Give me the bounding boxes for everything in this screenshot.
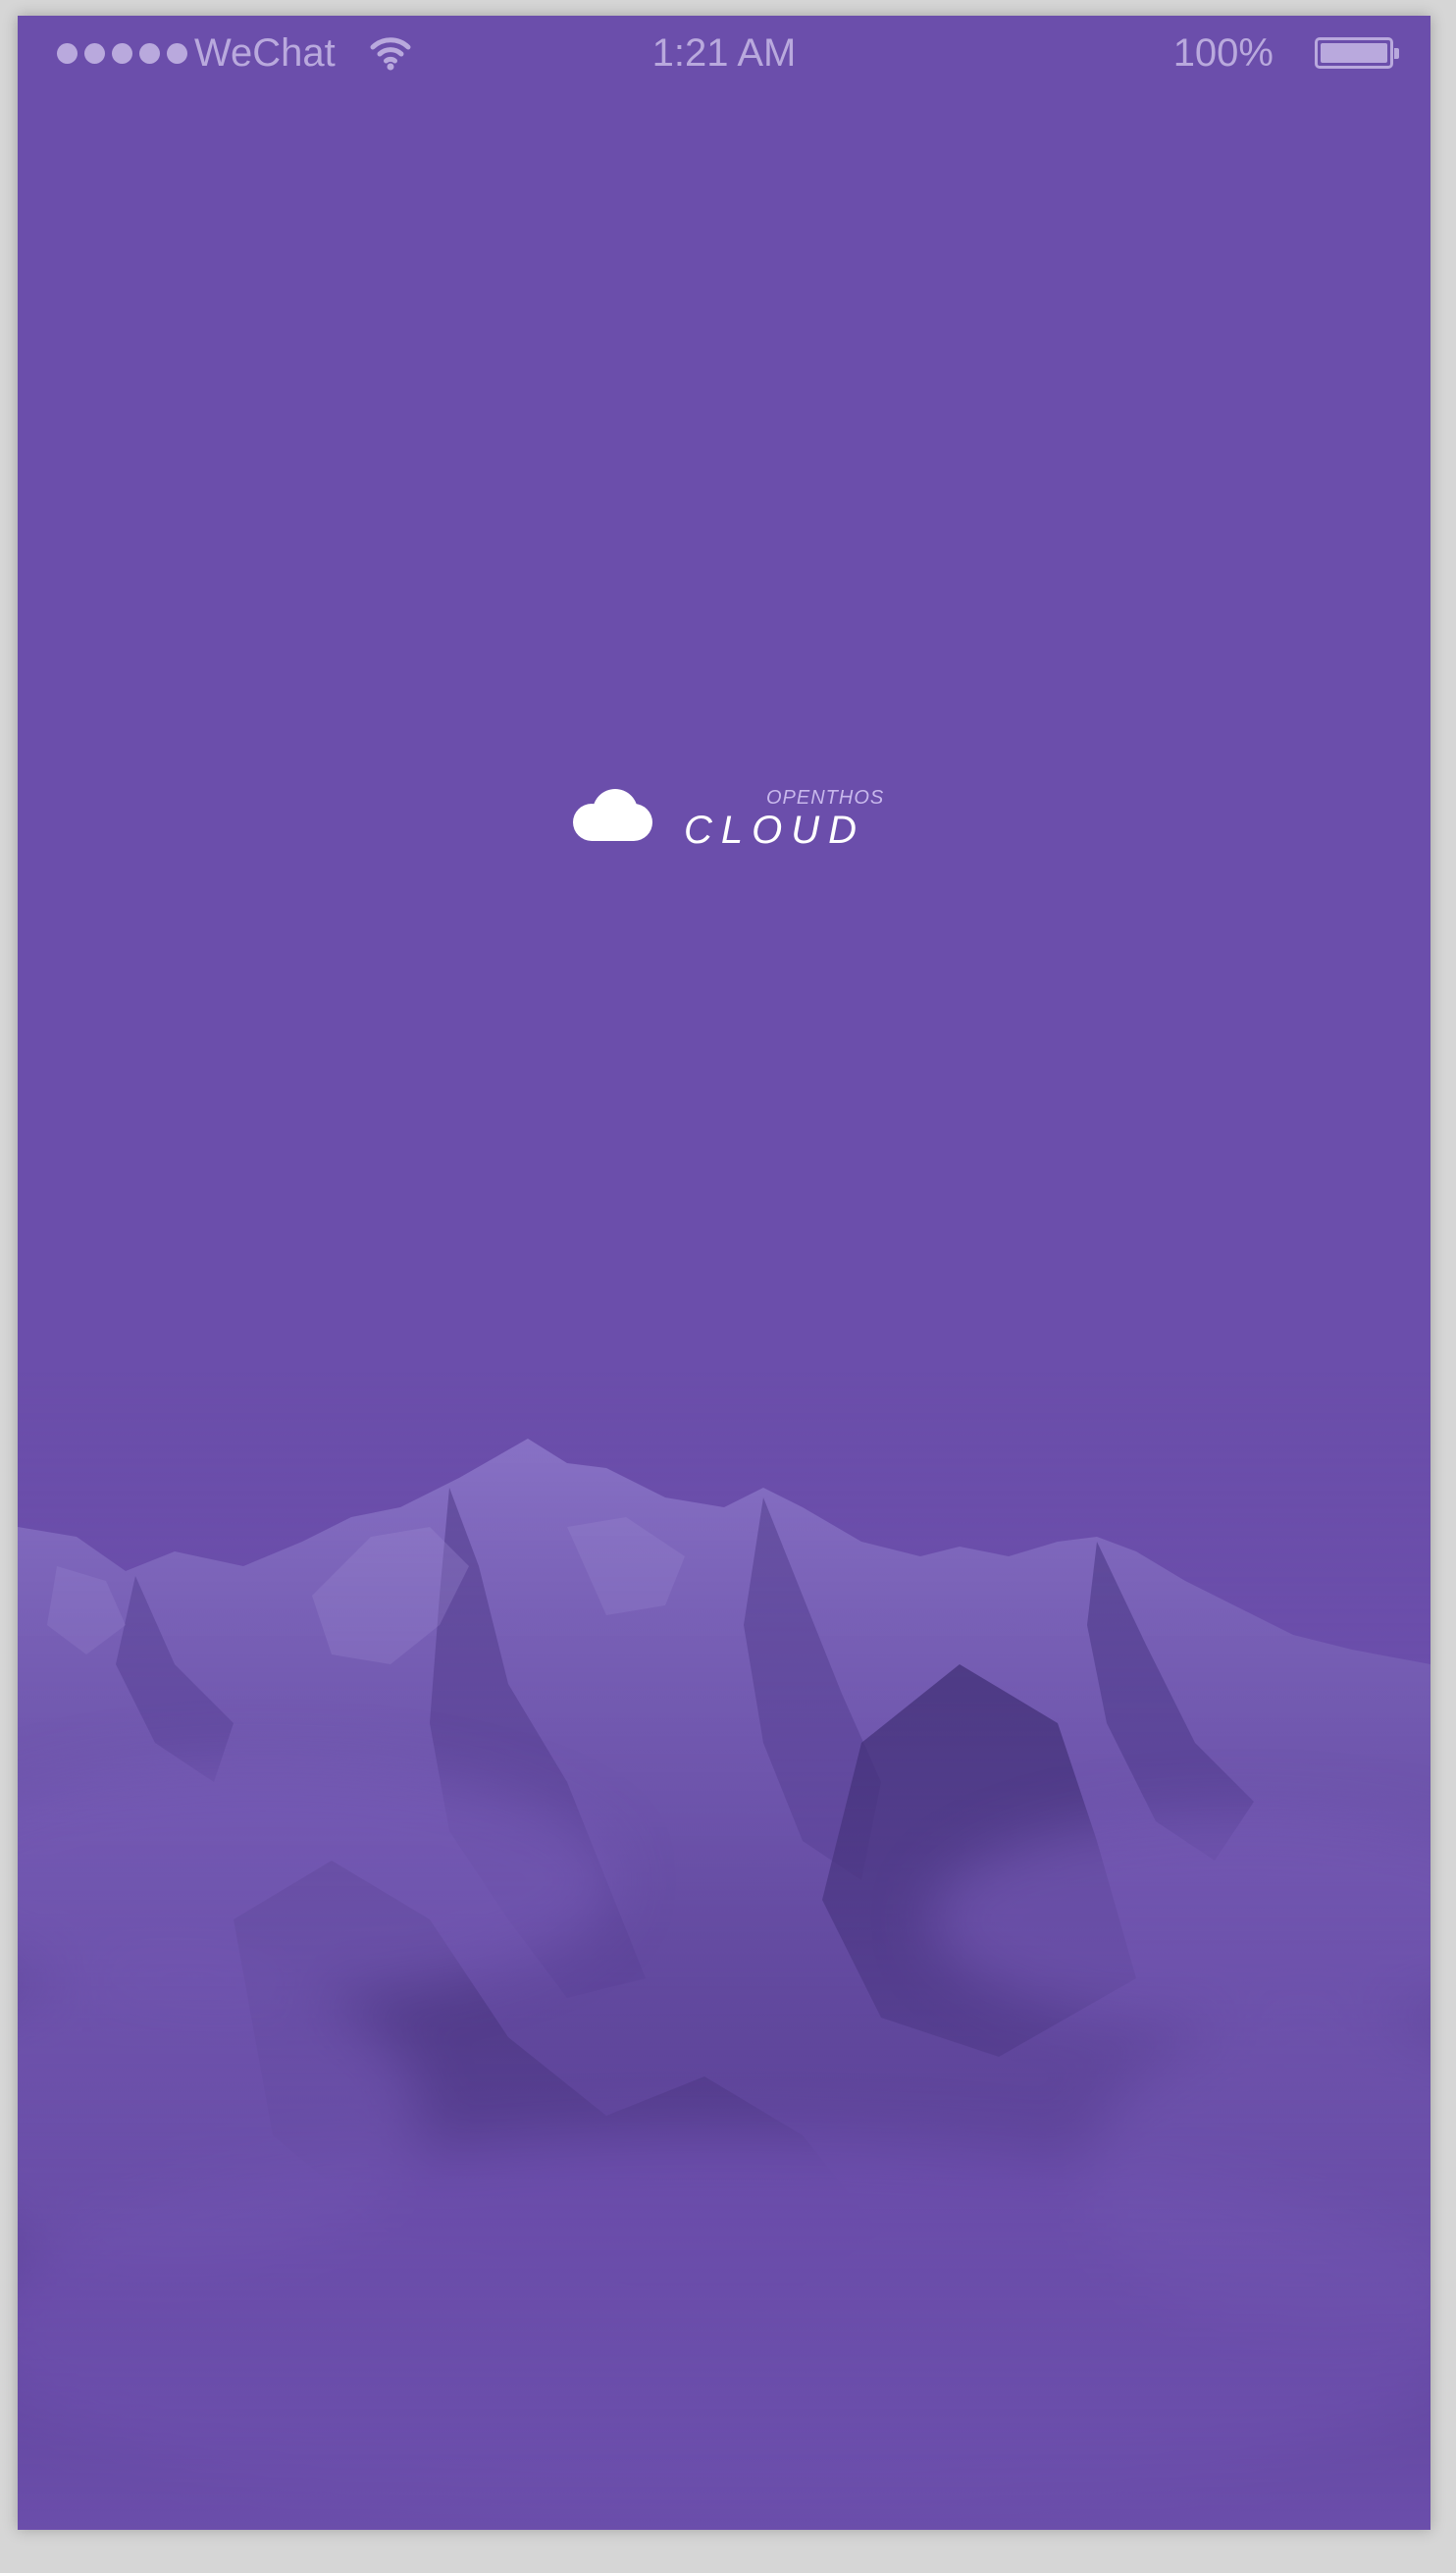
status-bar: WeChat 1:21 AM 100% xyxy=(18,16,1430,94)
cloud-icon xyxy=(570,787,654,847)
app-logo: OPENTHOS CLOUD xyxy=(570,771,894,860)
battery-percentage: 100% xyxy=(1172,31,1274,75)
brand-subtitle: OPENTHOS xyxy=(766,787,885,809)
mountain-illustration xyxy=(18,1370,1430,2530)
battery-icon xyxy=(1315,37,1399,69)
brand-title: CLOUD xyxy=(684,809,866,852)
splash-screen: WeChat 1:21 AM 100% OPENTHOS CLOUD xyxy=(18,16,1430,2530)
